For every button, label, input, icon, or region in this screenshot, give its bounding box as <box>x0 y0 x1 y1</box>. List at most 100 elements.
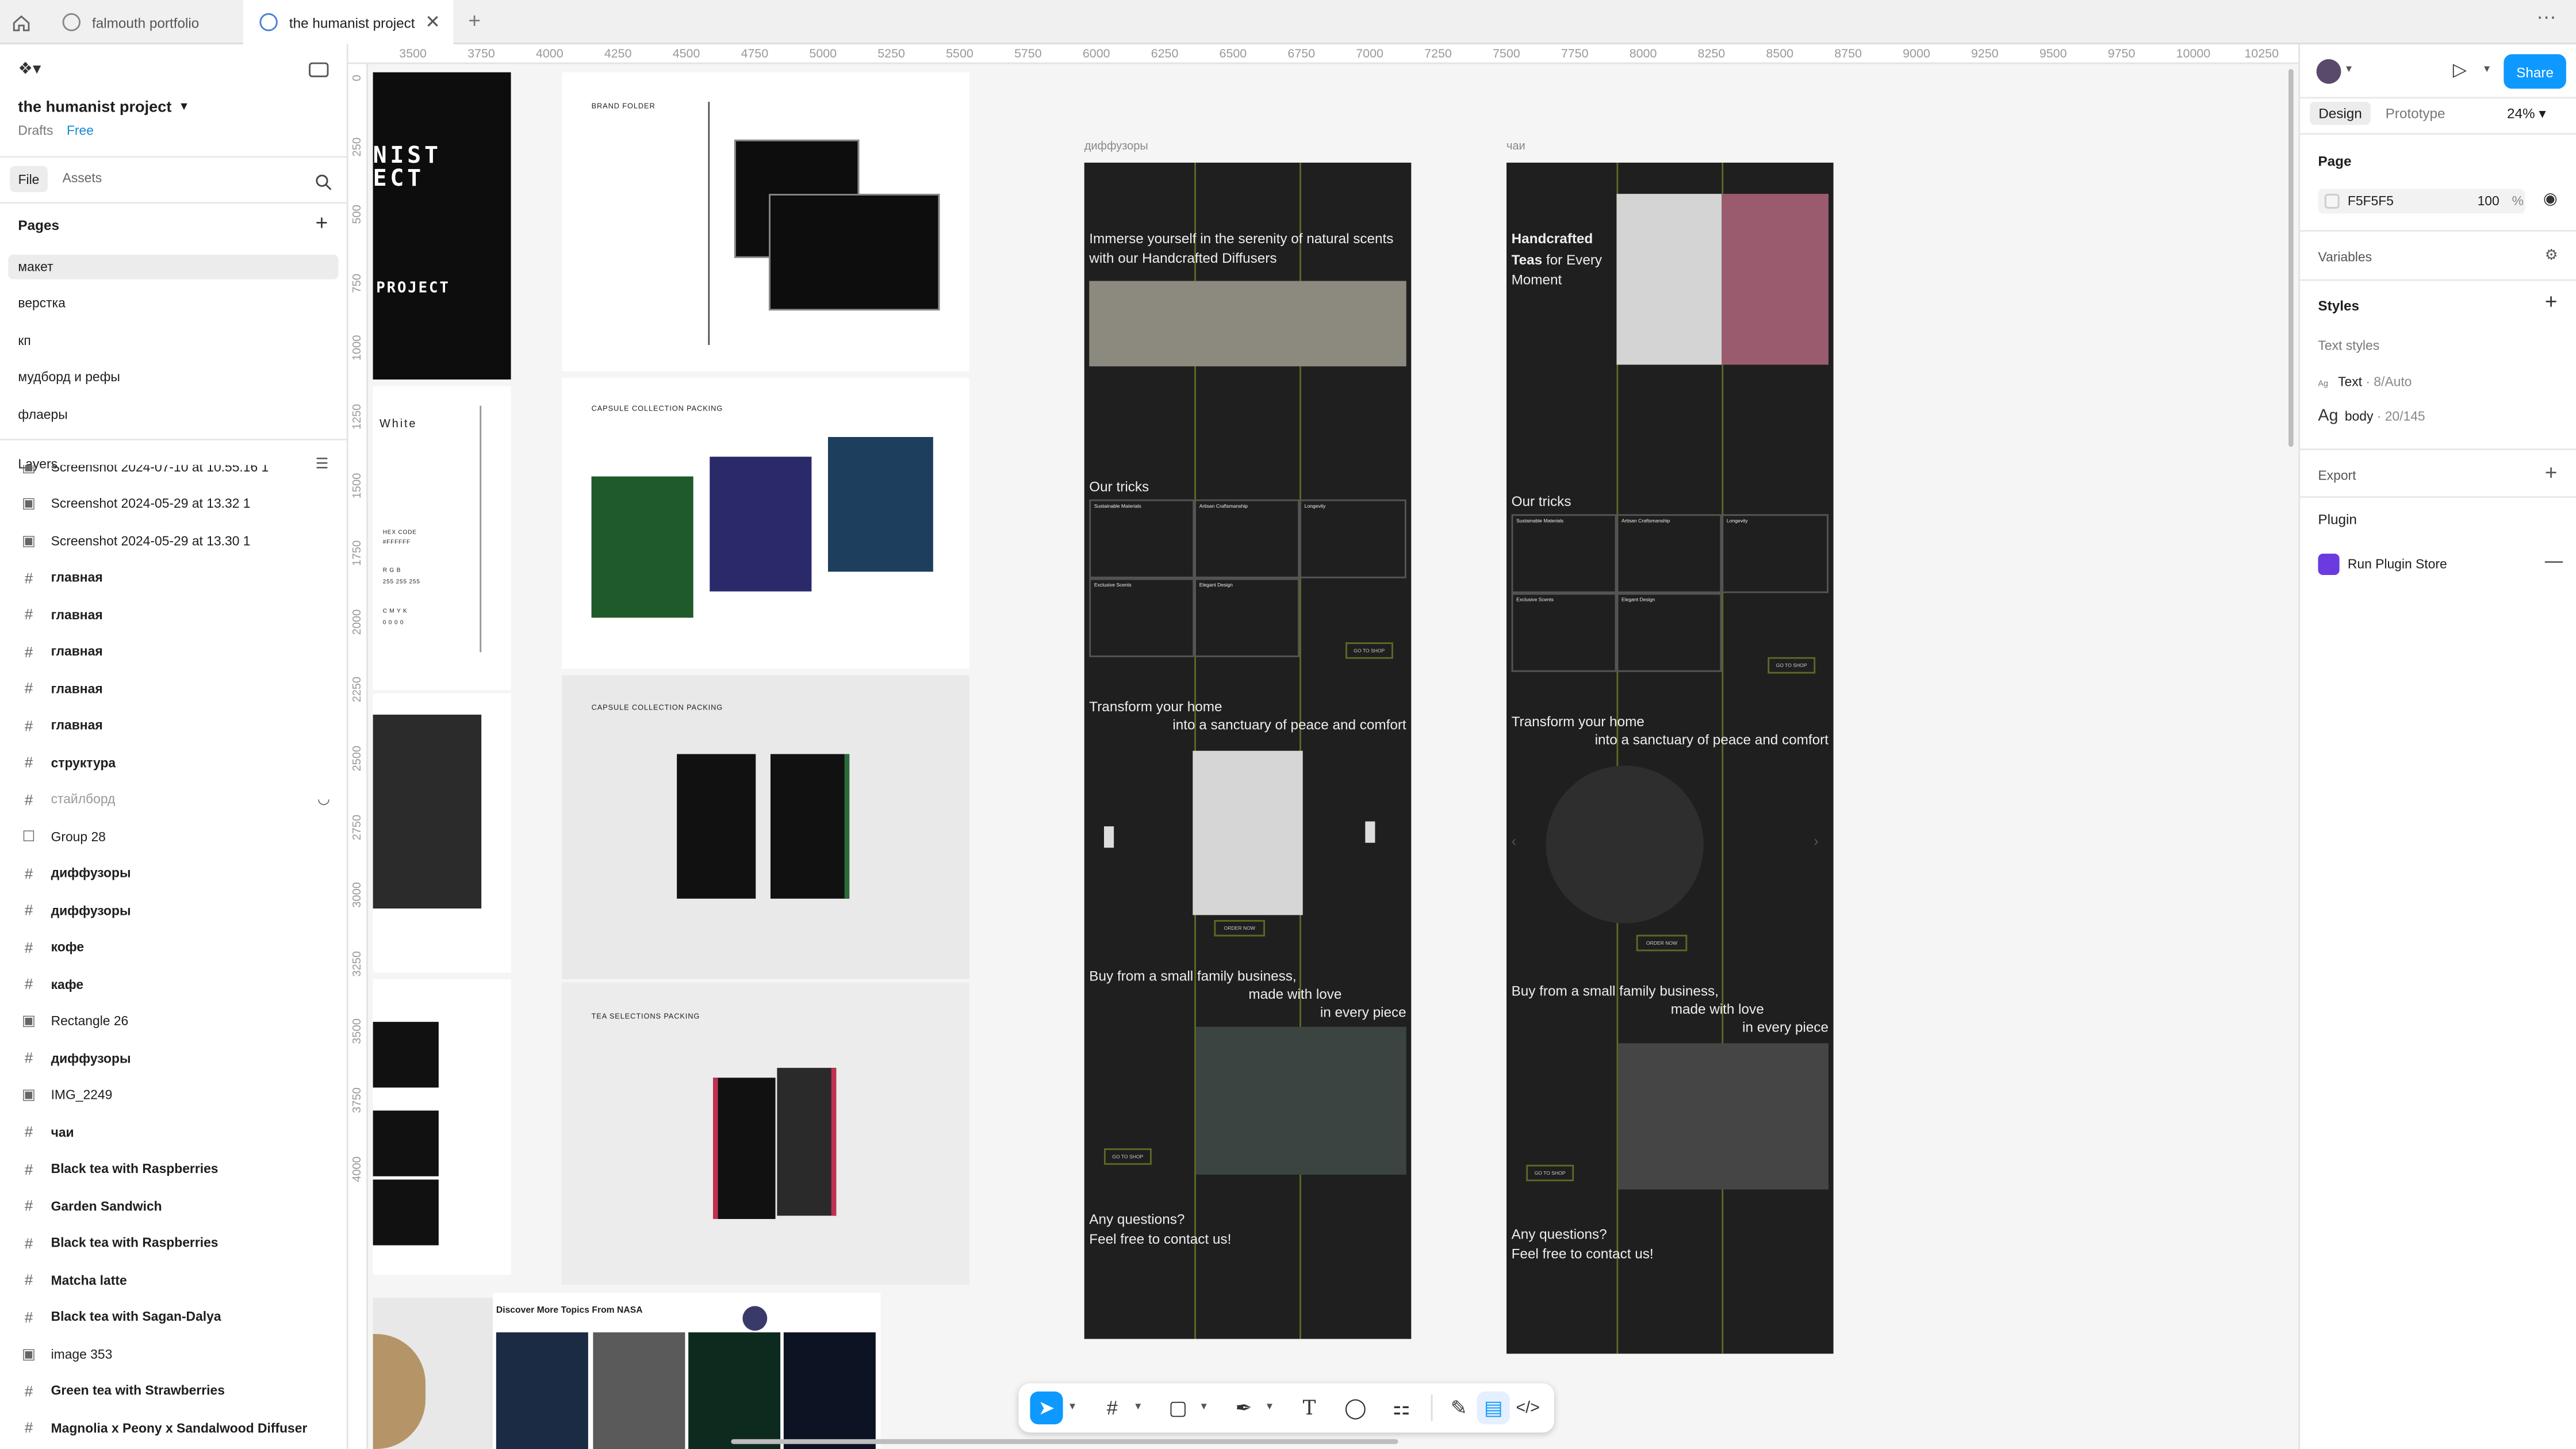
business-card-sheet[interactable] <box>373 979 511 1275</box>
canvas[interactable]: NIST ECT PROJECT White HEX CODE #FFFFFF R… <box>370 66 2298 1449</box>
tab-design[interactable]: Design <box>2310 102 2371 125</box>
export-label[interactable]: Export <box>2318 468 2356 483</box>
chevron-down-icon[interactable]: ▾ <box>1135 1400 1141 1413</box>
layer-item[interactable]: # кафе <box>0 966 347 1002</box>
page-item[interactable]: макет <box>8 254 339 279</box>
chevron-down-icon[interactable]: ▾ <box>2346 63 2352 75</box>
rectangle-tool-icon[interactable]: ▢ <box>1162 1392 1194 1424</box>
dev-mode-icon[interactable]: </> <box>1512 1392 1544 1424</box>
search-icon[interactable] <box>316 169 332 190</box>
close-icon[interactable]: ✕ <box>425 12 440 33</box>
layer-item[interactable]: # диффузоры <box>0 855 347 891</box>
pattern-sheet[interactable] <box>373 693 511 973</box>
horizontal-scrollbar[interactable] <box>731 1439 1398 1444</box>
tab-prototype[interactable]: Prototype <box>2386 105 2445 122</box>
layer-item[interactable]: # кофе <box>0 929 347 965</box>
layer-item[interactable]: # главная <box>0 559 347 596</box>
page-item[interactable]: флаеры <box>8 402 338 427</box>
comment-tool-icon[interactable]: ◯ <box>1339 1392 1372 1424</box>
logo-sheet[interactable]: NIST ECT PROJECT <box>373 72 511 379</box>
chevron-down-icon[interactable]: ▾ <box>1267 1400 1272 1413</box>
capsule-packing-sheet-2[interactable]: CAPSULE COLLECTION PACKING <box>562 675 969 979</box>
layer-item[interactable]: # Green tea with Strawberries <box>0 1373 347 1409</box>
frame-label-diffusers[interactable]: диффузоры <box>1084 141 1148 153</box>
frame-label-teas[interactable]: чаи <box>1506 141 1525 153</box>
chevron-down-icon[interactable]: ▾ <box>181 98 187 113</box>
page-item[interactable]: мудборд и рефы <box>8 365 338 389</box>
text-tool-icon[interactable]: T <box>1293 1392 1326 1424</box>
page-color-hex[interactable]: F5F5F5 <box>2348 194 2394 209</box>
actions-tool-icon[interactable]: ⚏ <box>1385 1392 1418 1424</box>
teas-page[interactable]: Handcrafted Teas for Every Moment Our tr… <box>1506 162 1834 1354</box>
text-style-item[interactable]: Ag Text · 8/Auto <box>2318 374 2564 394</box>
color-swatch[interactable] <box>2324 194 2340 209</box>
move-tool-icon[interactable]: ➤ <box>1030 1392 1063 1425</box>
layer-item[interactable]: # Black tea with Raspberries <box>0 1225 347 1261</box>
tab-falmouth-portfolio[interactable]: falmouth portfolio <box>46 0 240 44</box>
hidden-eye-icon[interactable]: ◡ <box>317 790 330 808</box>
avatar[interactable] <box>2316 59 2341 84</box>
main-menu-button[interactable]: ❖▾ <box>18 61 41 79</box>
remove-plugin-button[interactable]: — <box>2545 552 2563 572</box>
vertical-scrollbar[interactable] <box>2288 69 2294 447</box>
home-icon[interactable] <box>12 12 31 32</box>
layer-item[interactable]: ▣ Screenshot 2024-07-10 at 10.55.16 1 <box>0 465 347 485</box>
layer-item[interactable]: ▣ image 353 <box>0 1336 347 1372</box>
variables-settings-icon[interactable]: ⚙ <box>2545 247 2558 264</box>
layer-item[interactable]: # Black tea with Sagan-Dalya <box>0 1299 347 1335</box>
drafts-link[interactable]: Drafts <box>18 123 53 138</box>
tea-packing-sheet[interactable]: TEA SELECTIONS PACKING <box>562 982 969 1285</box>
add-style-button[interactable]: + <box>2545 289 2558 314</box>
layer-item[interactable]: # чаи <box>0 1114 347 1150</box>
more-icon[interactable]: ··· <box>2536 5 2556 28</box>
layer-item[interactable]: ▣ Rectangle 26 <box>0 1003 347 1039</box>
design-mode-icon[interactable]: ▤ <box>1477 1392 1510 1425</box>
new-tab-button[interactable]: + <box>468 8 481 33</box>
coffee-photo[interactable] <box>373 1298 511 1449</box>
layer-item[interactable]: # Garden Sandwich <box>0 1188 347 1224</box>
diffusers-page[interactable]: Immerse yourself in the serenity of natu… <box>1084 162 1412 1339</box>
layer-item[interactable]: # структура <box>0 744 347 780</box>
plugin-item[interactable]: Run Plugin Store <box>2348 557 2447 572</box>
add-page-button[interactable]: + <box>316 210 328 235</box>
pen-tool-icon[interactable]: ✒ <box>1227 1392 1260 1424</box>
tab-the-humanist-project[interactable]: the humanist project ✕ <box>243 0 454 45</box>
chevron-down-icon[interactable]: ▾ <box>1201 1400 1207 1413</box>
layer-item[interactable]: ▣ IMG_2249 <box>0 1077 347 1113</box>
variables-label[interactable]: Variables <box>2318 250 2372 264</box>
page-opacity[interactable]: 100 <box>2478 194 2500 209</box>
layer-item[interactable]: # стайлборд ◡ <box>0 781 347 818</box>
capsule-packing-sheet-1[interactable]: CAPSULE COLLECTION PACKING <box>562 378 969 669</box>
chevron-down-icon[interactable]: ▾ <box>1070 1400 1075 1413</box>
layer-item[interactable]: # главная <box>0 633 347 669</box>
chevron-down-icon[interactable]: ▾ <box>2484 63 2490 75</box>
white-color-sheet[interactable]: White HEX CODE #FFFFFF R G B 255 255 255… <box>373 386 511 690</box>
layer-item[interactable]: # главная <box>0 596 347 632</box>
draw-mode-icon[interactable]: ✎ <box>1443 1392 1475 1424</box>
page-item[interactable]: кп <box>8 328 338 353</box>
layer-item[interactable]: ☐ Group 28 <box>0 818 347 854</box>
tab-assets[interactable]: Assets <box>63 171 102 186</box>
zoom-dropdown[interactable]: 24% ▾ <box>2507 105 2546 123</box>
play-icon[interactable]: ▷ <box>2453 59 2467 80</box>
sidebar-toggle-icon[interactable] <box>309 62 329 78</box>
page-item[interactable]: верстка <box>8 291 338 316</box>
nasa-screenshot[interactable]: Discover More Topics From NASA <box>493 1293 881 1449</box>
layer-item[interactable]: # главная <box>0 670 347 707</box>
layer-item[interactable]: # диффузоры <box>0 1040 347 1076</box>
layer-item[interactable]: # Black tea with Raspberries <box>0 1151 347 1187</box>
file-name[interactable]: the humanist project <box>18 98 171 116</box>
frame-tool-icon[interactable]: # <box>1096 1392 1129 1424</box>
layer-item[interactable]: # Magnolia x Peony x Sandalwood Diffuser <box>0 1409 347 1446</box>
share-button[interactable]: Share <box>2504 54 2566 89</box>
layer-item[interactable]: ▣ Screenshot 2024-05-29 at 13.32 1 <box>0 485 347 522</box>
layer-item[interactable]: # диффузоры <box>0 892 347 928</box>
brand-folder-sheet[interactable]: BRAND FOLDER <box>562 72 969 371</box>
layer-item[interactable]: ▣ Screenshot 2024-05-29 at 13.30 1 <box>0 523 347 559</box>
eye-icon[interactable]: ◉ <box>2543 190 2558 208</box>
layer-item[interactable]: # главная <box>0 707 347 743</box>
tab-file[interactable]: File <box>10 166 48 193</box>
add-export-button[interactable]: + <box>2545 460 2558 485</box>
layer-item[interactable]: # Matcha latte <box>0 1262 347 1298</box>
text-style-item[interactable]: Ag body · 20/145 <box>2318 408 2564 431</box>
